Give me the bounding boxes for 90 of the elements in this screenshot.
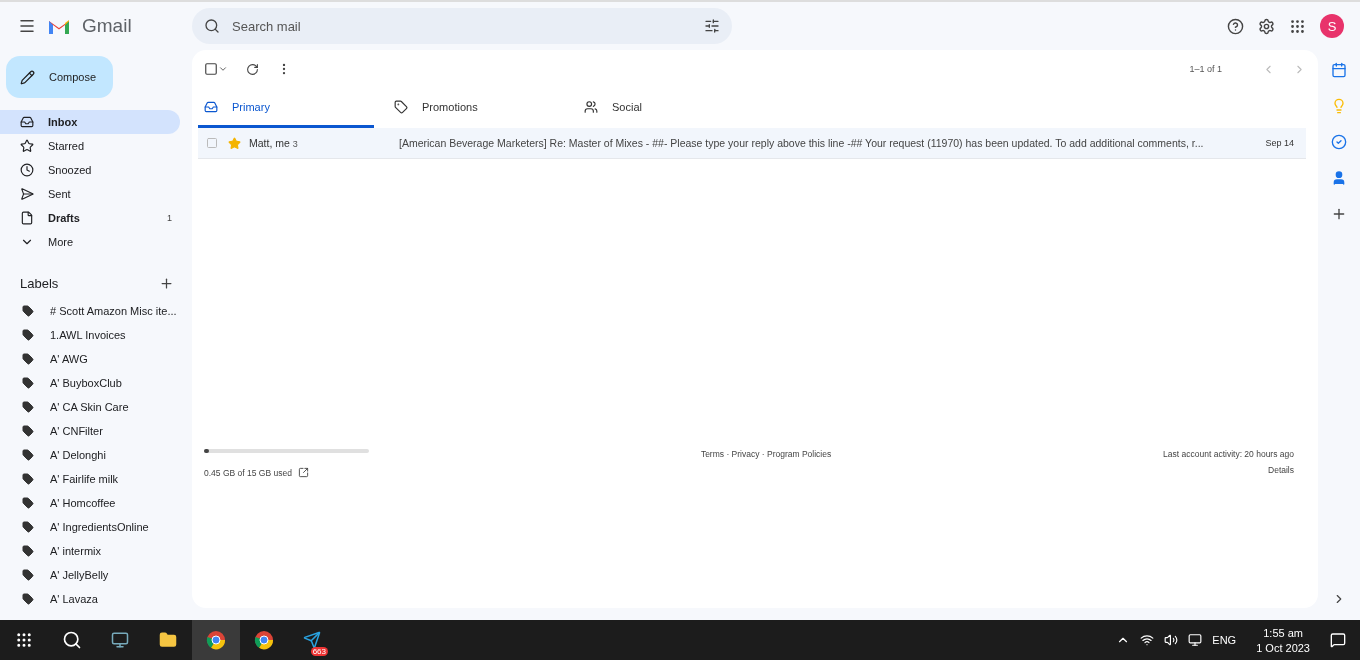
compose-button[interactable]: Compose (6, 56, 113, 98)
star-icon (20, 139, 34, 153)
row-checkbox[interactable] (206, 137, 218, 149)
browser-icon[interactable] (206, 630, 226, 650)
inbox-icon (20, 115, 34, 129)
label-tag-icon (22, 497, 34, 509)
pagination-text: 1–1 of 1 (1189, 64, 1222, 74)
volume-icon[interactable] (1164, 633, 1179, 647)
category-tab[interactable]: Social (578, 88, 754, 128)
add-icon[interactable] (1331, 206, 1347, 222)
search-icon[interactable] (62, 630, 82, 650)
label-item[interactable]: A' AWG (50, 353, 88, 365)
sender: Matt, me 3 (249, 137, 299, 149)
email-subject: [American Beverage Marketers] Re: Master of Mixes - ##- Please type your reply above this line -## Your request (11970) has been updated. To add additional comments, r... (399, 137, 1205, 149)
label-tag-icon (22, 545, 34, 557)
storage-text: 0.45 GB of 15 GB used (204, 467, 292, 478)
label-item[interactable]: A' BuyboxClub (50, 377, 122, 389)
network-icon[interactable] (1140, 633, 1155, 647)
tag-icon (394, 99, 408, 114)
select-checkbox[interactable] (204, 62, 218, 76)
label-item[interactable]: A' Lavaza (50, 593, 98, 605)
clock[interactable]: 1:55 am 1 Oct 2023 (1256, 626, 1310, 654)
label-tag-icon (22, 329, 34, 341)
nav-item[interactable]: Drafts 1 (0, 206, 180, 230)
inbox-icon (204, 99, 218, 114)
star-icon[interactable] (228, 136, 241, 150)
label-tag-icon (22, 473, 34, 485)
check-circle-icon[interactable] (1331, 134, 1347, 150)
person-icon[interactable] (1331, 170, 1347, 186)
label-item[interactable]: A' Fairlife milk (50, 473, 119, 485)
label-item[interactable]: A' IngredientsOnline (50, 521, 149, 533)
nav-item[interactable]: Sent (0, 182, 180, 206)
menu-icon[interactable] (18, 17, 36, 35)
email-date: Sep 14 (1265, 138, 1294, 148)
label-item[interactable]: # Scott Amazon Misc ite... (50, 305, 177, 317)
search-input[interactable]: Search mail (230, 17, 694, 35)
label-item[interactable]: A' JellyBelly (50, 569, 109, 581)
label-tag-icon (22, 569, 34, 581)
account-activity: Last account activity: 20 hours ago (1163, 449, 1294, 459)
external-link-icon[interactable] (297, 467, 309, 478)
label-tag-icon (22, 521, 34, 533)
label-item[interactable]: 1.AWL Invoices (50, 329, 126, 341)
language-indicator[interactable]: ENG (1212, 634, 1237, 646)
avatar[interactable]: S (1320, 14, 1344, 38)
pencil-icon (20, 69, 35, 85)
app-name: Gmail (82, 15, 132, 37)
label-tag-icon (22, 353, 34, 365)
label-tag-icon (22, 425, 34, 437)
category-tab[interactable]: Promotions (388, 88, 564, 128)
unread-count: 1 (167, 213, 172, 223)
search-field[interactable]: Search mail (192, 8, 732, 44)
labels-heading: Labels (20, 276, 59, 291)
folder-icon[interactable] (159, 631, 177, 649)
label-item[interactable]: A' CNFilter (50, 425, 103, 437)
help-icon[interactable] (1227, 17, 1244, 35)
nav-item[interactable]: Inbox (0, 110, 180, 134)
filter-options-icon[interactable] (704, 18, 720, 34)
paper-plane-icon[interactable] (303, 631, 321, 649)
refresh-icon[interactable] (246, 62, 259, 76)
label-item[interactable]: A' CA Skin Care (50, 401, 129, 413)
nav-item[interactable]: Starred (0, 134, 180, 158)
label-tag-icon (22, 449, 34, 461)
calendar-icon[interactable] (1331, 62, 1347, 78)
email-row[interactable]: Matt, me 3 [American Beverage Marketers] Re: Master of Mixes - ##- Please type your reply above this line -## Your request (11970) has been updated. To add additional comments, r... Sep 14 (198, 128, 1306, 159)
nav-item[interactable]: Snoozed (0, 158, 180, 182)
display-icon[interactable] (1188, 633, 1203, 647)
nav-item[interactable]: More (0, 230, 180, 254)
label-tag-icon (22, 401, 34, 413)
settings-icon[interactable] (1258, 17, 1275, 35)
gmail-logo-icon (48, 17, 70, 35)
footer-links[interactable]: Terms · Privacy · Program Policies (700, 449, 832, 478)
clock-icon (20, 163, 34, 177)
send-icon (20, 187, 34, 201)
search-icon (204, 18, 220, 34)
add-icon[interactable] (159, 276, 174, 291)
label-item[interactable]: A' Homcoffee (50, 497, 116, 509)
label-tag-icon (22, 593, 34, 605)
label-tag-icon (22, 305, 34, 317)
caret-icon[interactable] (218, 64, 228, 74)
details-link[interactable]: Details (1268, 465, 1294, 475)
apps-grid-icon[interactable] (1289, 17, 1306, 35)
notification-badge: 663 (310, 647, 328, 656)
label-item[interactable]: A' Delonghi (50, 449, 106, 461)
people-icon (584, 99, 598, 114)
label-item[interactable]: A' intermix (50, 545, 101, 557)
notifications-icon[interactable] (1330, 632, 1346, 648)
computer-icon[interactable] (111, 631, 129, 649)
file-icon (20, 211, 34, 225)
browser-icon[interactable] (254, 630, 274, 650)
label-tag-icon (22, 377, 34, 389)
